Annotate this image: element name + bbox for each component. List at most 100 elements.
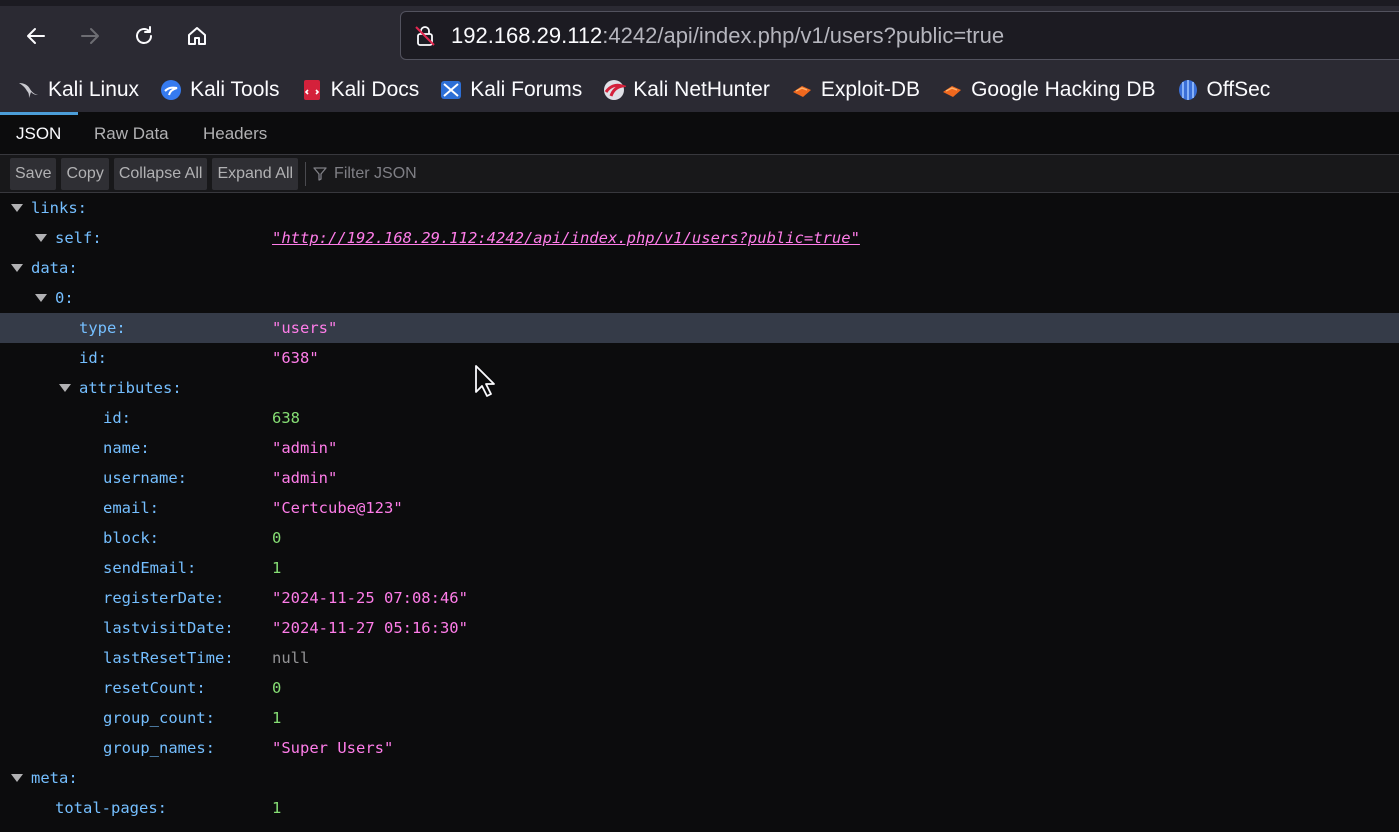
tab-label: Headers: [203, 123, 268, 143]
tree-row-links[interactable]: links:: [0, 193, 1399, 223]
json-key: type:: [79, 319, 126, 337]
tree-row-attribute[interactable]: lastResetTime: null: [0, 643, 1399, 673]
bookmark-exploit-db[interactable]: Exploit-DB: [790, 72, 920, 108]
json-key: name:: [103, 439, 150, 457]
copy-button[interactable]: Copy: [61, 157, 109, 190]
reload-button[interactable]: [126, 18, 162, 54]
kali-tools-icon: [159, 78, 183, 102]
json-key: email:: [103, 499, 159, 517]
json-key: id:: [79, 349, 107, 367]
filter-placeholder: Filter JSON: [334, 164, 417, 182]
expand-toggle-icon[interactable]: [11, 774, 23, 782]
tree-row-attribute[interactable]: group_count: 1: [0, 703, 1399, 733]
json-value: "Super Users": [272, 739, 394, 757]
tree-row-attribute[interactable]: registerDate: "2024-11-25 07:08:46": [0, 583, 1399, 613]
bookmarks-toolbar: Kali Linux Kali Tools Kali Docs Kali For…: [0, 68, 1399, 112]
tree-row-id[interactable]: id: "638": [0, 343, 1399, 373]
json-value: "Certcube@123": [272, 499, 403, 517]
json-key: attributes:: [79, 379, 182, 397]
expand-toggle-icon[interactable]: [35, 294, 47, 302]
tab-headers[interactable]: Headers: [187, 112, 283, 155]
filter-json-input[interactable]: Filter JSON: [312, 158, 417, 190]
json-key: meta:: [31, 769, 78, 787]
tree-row-attribute[interactable]: resetCount: 0: [0, 673, 1399, 703]
bookmark-label: Kali NetHunter: [633, 78, 770, 101]
tree-row-total-pages[interactable]: total-pages: 1: [0, 793, 1399, 823]
expand-toggle-icon[interactable]: [11, 264, 23, 272]
kali-dragon-icon: [17, 78, 41, 102]
json-key: group_names:: [103, 739, 215, 757]
bookmark-google-hacking-db[interactable]: Google Hacking DB: [940, 72, 1156, 108]
back-arrow-icon: [27, 28, 45, 44]
bookmark-label: Kali Tools: [190, 78, 280, 101]
tree-row-self[interactable]: self: "http://192.168.29.112:4242/api/in…: [0, 223, 1399, 253]
tree-row-item-0[interactable]: 0:: [0, 283, 1399, 313]
json-key: data:: [31, 259, 78, 277]
url-text[interactable]: 192.168.29.112:4242/api/index.php/v1/use…: [451, 23, 1004, 49]
expand-all-button[interactable]: Expand All: [212, 157, 299, 190]
tab-raw-data[interactable]: Raw Data: [78, 112, 185, 155]
tree-row-data[interactable]: data:: [0, 253, 1399, 283]
bookmark-kali-nethunter[interactable]: Kali NetHunter: [602, 72, 770, 108]
bookmark-label: Kali Linux: [48, 78, 140, 101]
json-value: "admin": [272, 469, 338, 487]
filter-icon: [313, 166, 327, 181]
bookmark-offsec[interactable]: OffSec: [1176, 72, 1271, 108]
tree-row-attribute[interactable]: email: "Certcube@123": [0, 493, 1399, 523]
json-key: lastResetTime:: [103, 649, 234, 667]
kali-docs-icon: [300, 78, 324, 102]
json-value: 638: [272, 409, 300, 427]
json-value: 1: [272, 709, 282, 727]
bookmark-label: OffSec: [1206, 78, 1271, 101]
json-key: links:: [31, 199, 87, 217]
tree-row-meta[interactable]: meta:: [0, 763, 1399, 793]
bookmark-kali-forums[interactable]: Kali Forums: [439, 72, 582, 108]
tree-row-attribute[interactable]: name: "admin": [0, 433, 1399, 463]
json-viewer-tabs: JSON Raw Data Headers: [0, 112, 1399, 155]
bookmark-label: Exploit-DB: [820, 78, 921, 101]
json-link-value[interactable]: "http://192.168.29.112:4242/api/index.ph…: [272, 229, 860, 247]
json-key: self:: [55, 229, 102, 247]
tab-json[interactable]: JSON: [0, 112, 78, 155]
expand-toggle-icon[interactable]: [35, 234, 47, 242]
tree-row-attribute[interactable]: id: 638: [0, 403, 1399, 433]
tree-row-type[interactable]: type: "users": [0, 313, 1399, 343]
bookmark-label: Kali Docs: [330, 78, 420, 101]
tree-row-attribute[interactable]: lastvisitDate: "2024-11-27 05:16:30": [0, 613, 1399, 643]
tree-row-attribute[interactable]: username: "admin": [0, 463, 1399, 493]
forward-button[interactable]: [72, 18, 108, 54]
json-value: null: [272, 649, 310, 667]
address-bar[interactable]: 192.168.29.112:4242/api/index.php/v1/use…: [400, 11, 1399, 60]
back-button[interactable]: [18, 18, 54, 54]
json-key: 0:: [55, 289, 74, 307]
insecure-lock-icon[interactable]: [413, 24, 437, 48]
json-value: "users": [272, 319, 338, 337]
url-path: :4242/api/index.php/v1/users?public=true: [602, 23, 1005, 48]
tree-row-attributes[interactable]: attributes:: [0, 373, 1399, 403]
bookmark-kali-docs[interactable]: Kali Docs: [300, 72, 420, 108]
json-key: lastvisitDate:: [103, 619, 234, 637]
url-host: 192.168.29.112: [451, 23, 603, 48]
json-key: registerDate:: [103, 589, 225, 607]
tree-row-attribute[interactable]: sendEmail: 1: [0, 553, 1399, 583]
tab-label: Raw Data: [94, 123, 169, 143]
expand-toggle-icon[interactable]: [11, 204, 23, 212]
json-value: "2024-11-27 05:16:30": [272, 619, 468, 637]
bookmark-kali-tools[interactable]: Kali Tools: [159, 72, 280, 108]
tree-row-attribute[interactable]: group_names: "Super Users": [0, 733, 1399, 763]
expand-toggle-icon[interactable]: [59, 384, 71, 392]
tree-row-attribute[interactable]: block: 0: [0, 523, 1399, 553]
home-icon: [188, 27, 206, 45]
collapse-all-button[interactable]: Collapse All: [113, 157, 208, 190]
forward-arrow-icon: [81, 28, 99, 44]
bookmark-kali-linux[interactable]: Kali Linux: [17, 72, 139, 108]
json-toolbar: Save Copy Collapse All Expand All Filter…: [0, 155, 1399, 193]
json-value: "admin": [272, 439, 338, 457]
kali-forums-icon: [439, 78, 463, 102]
kali-nethunter-icon: [602, 78, 627, 102]
json-value: "2024-11-25 07:08:46": [272, 589, 468, 607]
reload-icon: [136, 26, 152, 44]
bookmark-label: Google Hacking DB: [971, 78, 1156, 101]
save-button[interactable]: Save: [10, 157, 57, 190]
home-button[interactable]: [179, 18, 215, 54]
